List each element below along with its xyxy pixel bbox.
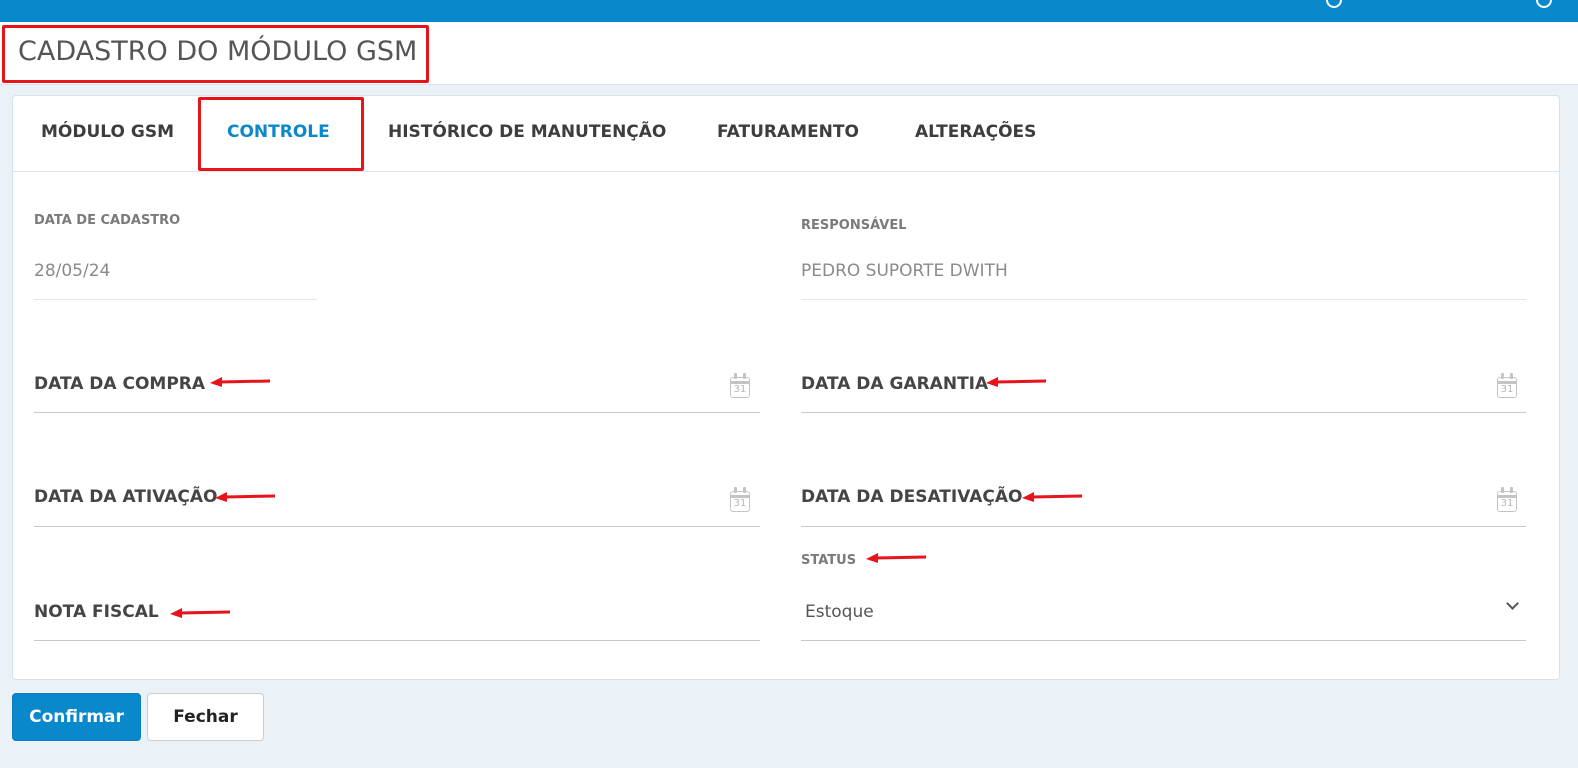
tab-modulo-gsm[interactable]: MÓDULO GSM [41, 122, 174, 142]
calendar-icon-number: 31 [1500, 384, 1514, 395]
data-garantia-field[interactable]: DATA DA GARANTIA [801, 374, 988, 394]
responsavel-value: PEDRO SUPORTE DWITH [801, 261, 1008, 281]
close-button[interactable]: Fechar [147, 693, 264, 741]
chevron-down-icon[interactable] [1506, 597, 1519, 610]
data-desativacao-line [801, 526, 1526, 527]
data-garantia-line [801, 412, 1526, 413]
annotation-arrow [986, 377, 1046, 387]
highlight-box-tab [198, 97, 364, 171]
data-ativacao-field[interactable]: DATA DA ATIVAÇÃO [34, 487, 218, 507]
form-card: MÓDULO GSM CONTROLE HISTÓRICO DE MANUTEN… [12, 95, 1560, 680]
top-bar [0, 0, 1578, 22]
data-cadastro-line [34, 299, 317, 300]
responsavel-line [801, 299, 1526, 300]
status-line [801, 640, 1526, 641]
data-compra-line [34, 412, 760, 413]
tab-faturamento[interactable]: FATURAMENTO [717, 122, 859, 142]
highlight-box-title [2, 25, 429, 83]
calendar-icon[interactable]: 31 [1497, 487, 1517, 512]
data-cadastro-label: DATA DE CADASTRO [34, 213, 181, 228]
confirm-button[interactable]: Confirmar [12, 693, 141, 741]
calendar-icon[interactable]: 31 [730, 373, 750, 398]
data-desativacao-field[interactable]: DATA DA DESATIVAÇÃO [801, 487, 1022, 507]
status-select[interactable]: Estoque [805, 602, 874, 622]
annotation-arrow [1022, 492, 1082, 502]
calendar-icon-number: 31 [1500, 498, 1514, 509]
annotation-arrow [866, 553, 926, 563]
calendar-icon[interactable]: 31 [1497, 373, 1517, 398]
data-ativacao-line [34, 526, 760, 527]
annotation-arrow [170, 608, 230, 618]
calendar-icon-number: 31 [733, 384, 747, 395]
nota-fiscal-field[interactable]: NOTA FISCAL [34, 602, 159, 622]
settings-icon[interactable] [1536, 0, 1552, 8]
nota-fiscal-line [34, 640, 760, 641]
annotation-arrow [215, 492, 275, 502]
tab-alteracoes[interactable]: ALTERAÇÕES [915, 122, 1036, 142]
data-compra-field[interactable]: DATA DA COMPRA [34, 374, 205, 394]
calendar-icon-number: 31 [733, 498, 747, 509]
responsavel-label: RESPONSÁVEL [801, 218, 907, 233]
user-icon[interactable] [1326, 0, 1342, 8]
annotation-arrow [210, 377, 270, 387]
tab-historico-manutencao[interactable]: HISTÓRICO DE MANUTENÇÃO [388, 122, 666, 142]
calendar-icon[interactable]: 31 [730, 487, 750, 512]
data-cadastro-value: 28/05/24 [34, 261, 111, 281]
status-label: STATUS [801, 553, 857, 568]
